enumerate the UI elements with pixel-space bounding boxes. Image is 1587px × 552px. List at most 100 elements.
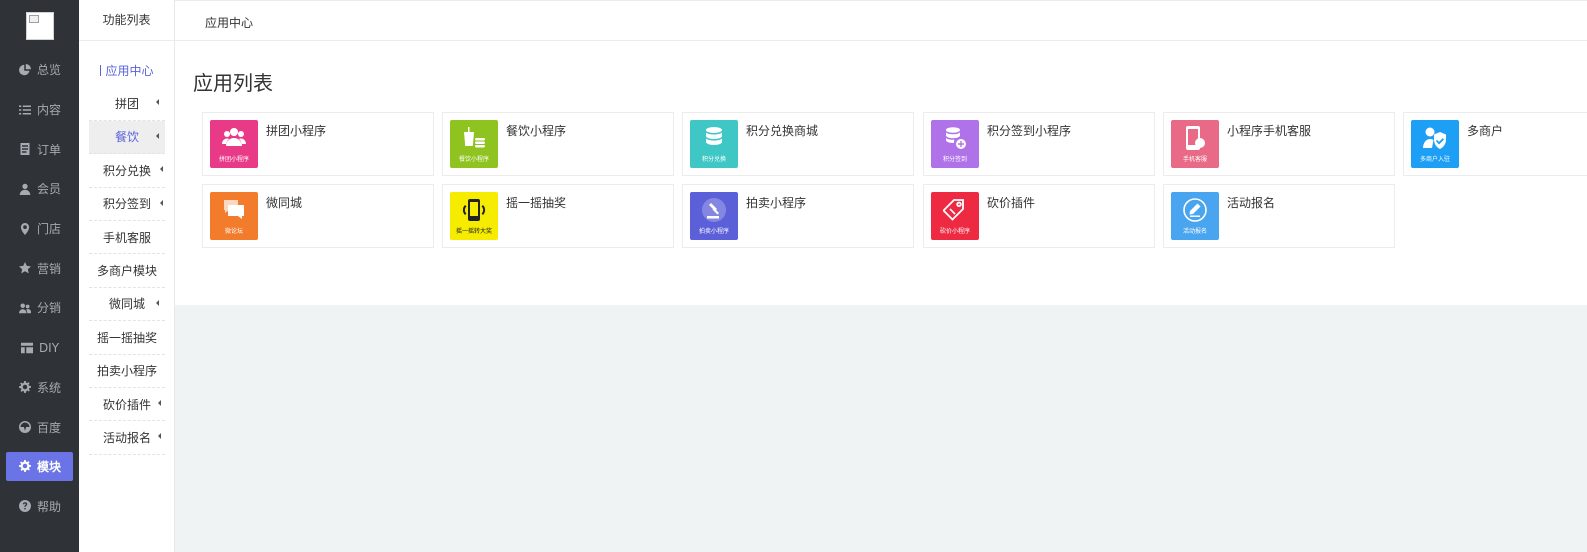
nav-item-overview[interactable]: 总览 (0, 50, 79, 90)
nav-item-help[interactable]: 帮助 (0, 487, 79, 527)
user-icon (18, 182, 32, 196)
app-thumb: 积分签到 (931, 120, 979, 168)
coins-icon (706, 127, 722, 145)
app-thumb: 手机客服 (1171, 120, 1219, 168)
function-list: 应用中心 拼团 餐饮 积分兑换 积分签到 手机客服 多商户模块 微同城 摇一摇抽… (89, 54, 165, 455)
sub-item-city[interactable]: 微同城 (89, 288, 165, 322)
nav-label: DIY (38, 340, 60, 355)
sub-item-app-center[interactable]: 应用中心 (89, 54, 165, 87)
caret-left-icon (158, 399, 161, 406)
app-thumb: 拼团小程序 (210, 120, 258, 168)
sub-item-label: 微同城 (108, 297, 145, 312)
gear-icon (18, 380, 32, 394)
sub-item-event-signup[interactable]: 活动报名 (89, 421, 165, 455)
sub-item-label: 多商户模块 (96, 264, 157, 279)
sub-item-multi-merchant[interactable]: 多商户模块 (89, 254, 165, 288)
app-card-event-signup[interactable]: 活动报名 活动报名 (1163, 184, 1395, 248)
app-card-multi-merchant[interactable]: 多商户入驻 多商户 (1403, 112, 1587, 176)
nav-item-orders[interactable]: 订单 (0, 129, 79, 169)
pie-chart-icon (18, 63, 32, 77)
sub-item-points-checkin[interactable]: 积分签到 (89, 188, 165, 221)
app-name: 餐饮小程序 (506, 124, 567, 138)
gavel-icon (702, 198, 726, 222)
app-name: 小程序手机客服 (1227, 124, 1312, 138)
app-thumb: 拍卖小程序 (690, 192, 738, 240)
sub-item-mobile-service[interactable]: 手机客服 (89, 221, 165, 255)
nav-label: 总览 (36, 63, 61, 78)
nav-label: 系统 (36, 380, 61, 395)
app-name: 拼团小程序 (266, 124, 327, 138)
nav-label: 帮助 (36, 499, 61, 514)
coins-plus-icon (946, 127, 966, 149)
main-nav: 总览 内容 订单 会员 门店 营销 分销 DIY 系统 百度 模块 帮助 (0, 50, 79, 526)
nav-item-marketing[interactable]: 营销 (0, 248, 79, 288)
nav-label: 百度 (36, 420, 61, 435)
caret-left-icon (156, 299, 159, 306)
top-bar: 应用中心 (175, 0, 1587, 41)
app-thumb: 积分兑换 (690, 120, 738, 168)
app-thumb: 微论坛 (210, 192, 258, 240)
nav-label: 订单 (36, 142, 61, 157)
app-card-auction[interactable]: 拍卖小程序 拍卖小程序 (682, 184, 914, 248)
question-icon (18, 499, 32, 513)
app-card-city[interactable]: 微论坛 微同城 (202, 184, 434, 248)
sub-item-label: 拼团 (114, 97, 139, 112)
tag-icon (943, 199, 964, 221)
nav-label: 内容 (36, 103, 61, 118)
app-name: 积分签到小程序 (987, 124, 1072, 138)
nav-label: 门店 (36, 222, 61, 237)
app-card-mobile-service[interactable]: 手机客服 小程序手机客服 (1163, 112, 1395, 176)
sub-item-label: 餐饮 (114, 130, 139, 145)
sub-item-group-buy[interactable]: 拼团 (89, 87, 165, 121)
app-card-points-checkin[interactable]: 积分签到 积分签到小程序 (923, 112, 1155, 176)
sub-item-label: 积分兑换 (102, 163, 151, 178)
app-thumb-caption: 砍价小程序 (939, 228, 970, 235)
caret-left-icon (156, 99, 159, 106)
app-card-points-mall[interactable]: 积分兑换 积分兑换商城 (682, 112, 914, 176)
app-name: 拍卖小程序 (746, 196, 807, 210)
app-thumb: 摇一摇转大奖 (450, 192, 498, 240)
app-name: 微同城 (266, 196, 303, 210)
nav-label: 模块 (36, 459, 61, 474)
nav-item-system[interactable]: 系统 (0, 368, 79, 408)
app-list-panel: 应用列表 拼团小程序 拼团小程序 餐饮小程序 餐饮小程序 积分兑换 积分兑换商城… (175, 41, 1587, 305)
app-card-catering[interactable]: 餐饮小程序 餐饮小程序 (442, 112, 674, 176)
location-pin-icon (18, 222, 32, 236)
nav-item-modules[interactable]: 模块 (6, 451, 73, 481)
app-thumb-caption: 拼团小程序 (218, 156, 249, 163)
app-thumb-caption: 拍卖小程序 (698, 228, 729, 235)
sub-item-label: 手机客服 (102, 230, 151, 245)
nav-item-members[interactable]: 会员 (0, 169, 79, 209)
nav-item-stores[interactable]: 门店 (0, 209, 79, 249)
sub-item-points-exchange[interactable]: 积分兑换 (89, 154, 165, 188)
app-thumb: 多商户入驻 (1411, 120, 1459, 168)
caret-left-icon (158, 433, 161, 440)
app-card-group-buy[interactable]: 拼团小程序 拼团小程序 (202, 112, 434, 176)
logo[interactable] (26, 12, 54, 40)
nav-label: 分销 (36, 301, 61, 316)
sub-item-shake-lottery[interactable]: 摇一摇抽奖 (89, 321, 165, 355)
app-name: 多商户 (1467, 124, 1504, 138)
app-name: 砍价插件 (987, 196, 1036, 210)
nav-item-baidu[interactable]: 百度 (0, 407, 79, 447)
sub-item-catering[interactable]: 餐饮 (89, 120, 165, 155)
gear-icon (18, 459, 32, 473)
shake-phone-icon (462, 199, 486, 221)
breadcrumb[interactable]: 应用中心 (205, 14, 253, 31)
chat-icon (224, 200, 244, 219)
app-thumb-caption: 积分签到 (942, 156, 967, 163)
nav-item-content[interactable]: 内容 (0, 90, 79, 130)
sub-item-label: 积分签到 (102, 197, 151, 212)
caret-left-icon (160, 199, 163, 206)
nav-item-diy[interactable]: DIY (0, 328, 79, 368)
app-card-bargain[interactable]: 砍价小程序 砍价插件 (923, 184, 1155, 248)
app-card-shake-lottery[interactable]: 摇一摇转大奖 摇一摇抽奖 (442, 184, 674, 248)
sub-item-label: 活动报名 (102, 430, 151, 445)
nav-item-distribution[interactable]: 分销 (0, 288, 79, 328)
broken-image-icon (29, 15, 39, 23)
sub-item-bargain[interactable]: 砍价插件 (89, 388, 165, 422)
app-thumb-caption: 积分兑换 (701, 156, 726, 163)
app-name: 积分兑换商城 (746, 124, 819, 138)
sub-item-label: 应用中心 (105, 64, 154, 79)
sub-item-auction[interactable]: 拍卖小程序 (89, 355, 165, 388)
